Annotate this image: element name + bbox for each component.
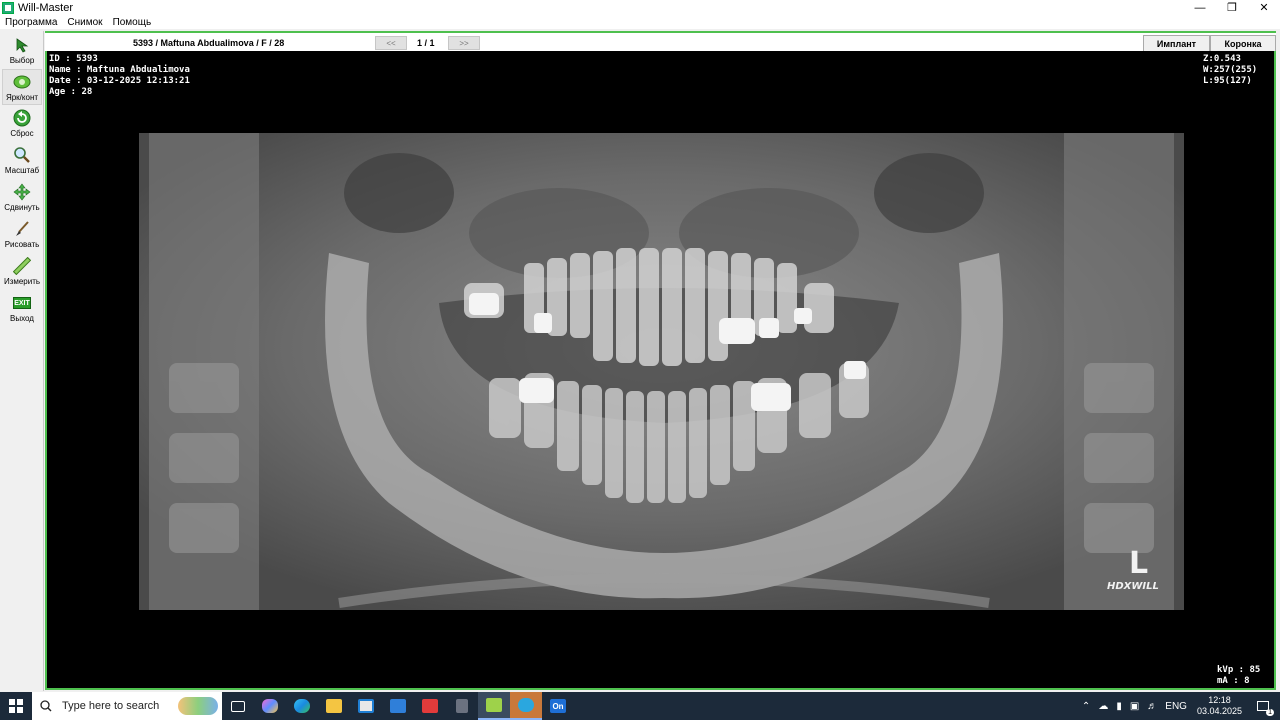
- search-highlight-icon: [178, 697, 218, 715]
- tool-move[interactable]: Сдвинуть: [2, 180, 42, 216]
- image-viewer[interactable]: ID : 5393 Name : Maftuna Abdualimova Dat…: [45, 51, 1276, 690]
- tool-zoom[interactable]: Масштаб: [2, 143, 42, 179]
- menu-bar: Программа Снимок Помощь: [0, 15, 1280, 29]
- move-icon: [13, 183, 31, 201]
- language-indicator[interactable]: ENG: [1165, 701, 1187, 712]
- viewer-header: 5393 / Maftuna Abdualimova / F / 28 << 1…: [45, 31, 1276, 52]
- reset-icon: [13, 109, 31, 127]
- copilot-icon[interactable]: [254, 692, 286, 720]
- start-button[interactable]: [0, 692, 32, 720]
- mail-icon[interactable]: [382, 692, 414, 720]
- store-icon[interactable]: [350, 692, 382, 720]
- chevron-up-icon[interactable]: ⌃: [1082, 701, 1090, 712]
- menu-image[interactable]: Снимок: [67, 17, 102, 28]
- onenote-icon[interactable]: On: [542, 692, 574, 720]
- calculator-icon[interactable]: [446, 692, 478, 720]
- menu-help[interactable]: Помощь: [113, 17, 152, 28]
- panoramic-xray-image[interactable]: L HDXWILL: [139, 133, 1184, 610]
- task-view-icon[interactable]: [222, 692, 254, 720]
- pointer-arrow-icon: [13, 36, 31, 54]
- app-icon: [2, 1, 14, 14]
- tool-select[interactable]: Выбор: [2, 33, 42, 69]
- search-icon: [40, 700, 52, 712]
- next-image-button[interactable]: >>: [448, 36, 480, 50]
- patient-label: 5393 / Maftuna Abdualimova / F / 28: [133, 38, 285, 48]
- onedrive-icon[interactable]: ☁: [1098, 701, 1108, 712]
- menu-program[interactable]: Программа: [5, 17, 57, 28]
- system-tray: ⌃ ☁ ▮ ▣ ♬ ENG 12:18 03.04.2025 1: [1078, 692, 1280, 720]
- windows-icon: [9, 699, 23, 713]
- recorder-icon[interactable]: [414, 692, 446, 720]
- exit-icon: EXIT: [13, 294, 31, 312]
- will-master-taskbar-icon[interactable]: [478, 692, 510, 720]
- tool-sidebar: Выбор Ярк/конт Сброс Масштаб Сдвинуть Ри…: [0, 31, 44, 691]
- taskbar-search[interactable]: Type here to search: [32, 692, 222, 720]
- prev-image-button[interactable]: <<: [375, 36, 407, 50]
- restore-button[interactable]: ❐: [1216, 0, 1248, 15]
- title-bar: Will-Master — ❐ ✕: [0, 0, 1280, 15]
- telegram-icon[interactable]: [510, 692, 542, 720]
- clock[interactable]: 12:18 03.04.2025: [1197, 695, 1242, 717]
- volume-icon[interactable]: ♬: [1147, 701, 1157, 712]
- tool-draw[interactable]: Рисовать: [2, 217, 42, 253]
- notification-icon[interactable]: 1: [1252, 696, 1274, 716]
- exposure-overlay: kVp : 85 mA : 8: [1217, 665, 1261, 686]
- tool-measure[interactable]: Измерить: [2, 254, 42, 290]
- tool-exit[interactable]: EXIT Выход: [2, 291, 42, 327]
- minimize-button[interactable]: —: [1184, 0, 1216, 15]
- window-title: Will-Master: [18, 1, 73, 14]
- ruler-icon: [13, 257, 31, 275]
- tool-brightness-contrast[interactable]: Ярк/конт: [2, 69, 42, 105]
- brush-icon: [13, 220, 31, 238]
- patient-info-overlay: ID : 5393 Name : Maftuna Abdualimova Dat…: [49, 54, 190, 97]
- tab-implant[interactable]: Имплант: [1143, 35, 1210, 52]
- brightness-contrast-icon: [13, 73, 31, 91]
- magnifier-icon: [13, 146, 31, 164]
- brand-watermark: HDXWILL: [1107, 581, 1159, 592]
- network-icon[interactable]: ▣: [1130, 701, 1139, 712]
- page-indicator: 1 / 1: [417, 38, 435, 48]
- tab-crown[interactable]: Коронка: [1210, 35, 1276, 52]
- tool-reset[interactable]: Сброс: [2, 106, 42, 142]
- file-explorer-icon[interactable]: [318, 692, 350, 720]
- edge-icon[interactable]: [286, 692, 318, 720]
- battery-icon[interactable]: ▮: [1116, 701, 1122, 712]
- window-level-overlay: Z:0.543 W:257(255) L:95(127): [1203, 54, 1258, 86]
- taskbar: Type here to search On ⌃ ☁ ▮ ▣ ♬ ENG 12:…: [0, 692, 1280, 720]
- side-marker: L: [1129, 546, 1148, 581]
- close-button[interactable]: ✕: [1248, 0, 1280, 15]
